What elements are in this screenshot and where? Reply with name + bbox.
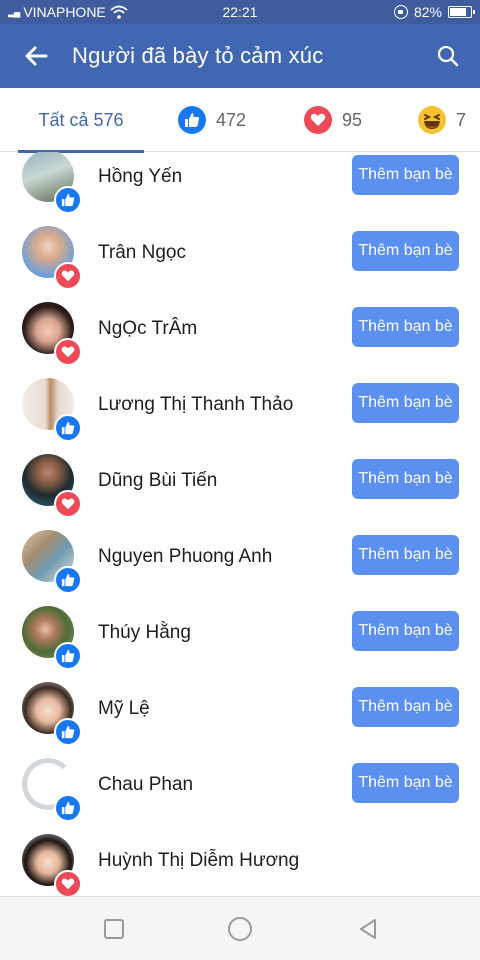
app-bar: Người đã bày tỏ cảm xúc — [0, 24, 480, 88]
search-button[interactable] — [416, 24, 480, 88]
heart-badge-icon — [54, 262, 82, 290]
add-friend-button[interactable]: Thêm bạn bè — [352, 231, 459, 271]
status-bar: ▂▄ VINAPHONE 22:21 82% — [0, 0, 480, 24]
tab-haha-count: 7 — [456, 109, 467, 130]
avatar[interactable] — [22, 454, 82, 518]
status-right: 82% — [393, 4, 475, 20]
like-badge-icon — [54, 566, 82, 594]
triangle-back-icon — [360, 919, 376, 939]
person-name[interactable]: Hồng Yến — [98, 166, 182, 188]
add-friend-button[interactable]: Thêm bạn bè — [352, 687, 459, 727]
list-item[interactable]: Thúy Hằng Thêm bạn bè — [0, 606, 480, 682]
avatar[interactable] — [22, 758, 82, 822]
list-item[interactable]: Trân Ngọc Thêm bạn bè — [0, 226, 480, 302]
tab-like-count: 472 — [216, 109, 247, 130]
add-friend-button[interactable]: Thêm bạn bè — [352, 383, 459, 423]
person-name[interactable]: NgỌc TrÂm — [98, 318, 197, 340]
like-icon — [178, 106, 206, 134]
person-name[interactable]: Huỳnh Thị Diễm Hương — [98, 850, 299, 872]
add-friend-button[interactable]: Thêm bạn bè — [352, 763, 459, 803]
avatar[interactable] — [22, 606, 82, 670]
person-name[interactable]: Mỹ Lệ — [98, 698, 150, 720]
add-friend-button[interactable]: Thêm bạn bè — [352, 155, 459, 195]
recents-button[interactable] — [100, 915, 128, 943]
arrow-left-icon — [25, 46, 48, 66]
person-name[interactable]: Chau Phan — [98, 774, 193, 796]
heart-badge-icon — [54, 870, 82, 896]
heart-icon — [304, 106, 332, 134]
avatar[interactable] — [22, 152, 82, 214]
person-name[interactable]: Lương Thị Thanh Thảo — [98, 394, 293, 416]
tab-love[interactable]: 95 — [304, 88, 362, 152]
add-friend-button[interactable]: Thêm bạn bè — [352, 307, 459, 347]
home-button[interactable] — [226, 915, 254, 943]
tab-love-count: 95 — [342, 109, 363, 130]
tab-all[interactable]: Tất cả 576 — [18, 88, 144, 153]
add-friend-button[interactable]: Thêm bạn bè — [352, 535, 459, 575]
avatar[interactable] — [22, 682, 82, 746]
circle-icon — [228, 917, 252, 941]
tab-all-label: Tất cả 576 — [38, 109, 124, 130]
tab-like[interactable]: 472 — [178, 88, 246, 152]
status-left: ▂▄ VINAPHONE — [8, 4, 394, 20]
like-badge-icon — [54, 718, 82, 746]
avatar[interactable] — [22, 834, 82, 896]
list-item[interactable]: Huỳnh Thị Diễm Hương — [0, 834, 480, 896]
people-list: Hồng Yến Thêm bạn bè Trân Ngọc Thêm bạn … — [0, 152, 480, 896]
list-item[interactable]: Chau Phan Thêm bạn bè — [0, 758, 480, 834]
rotation-lock-icon — [393, 5, 408, 19]
heart-badge-icon — [54, 338, 82, 366]
like-badge-icon — [54, 642, 82, 670]
avatar[interactable] — [22, 530, 82, 594]
reaction-tabs: Tất cả 576 472 95 7 — [0, 88, 480, 153]
battery-icon — [448, 6, 475, 18]
signal-icon: ▂▄ — [8, 6, 20, 17]
battery-fill — [450, 8, 466, 16]
laugh-emoji-icon — [418, 106, 446, 134]
avatar[interactable] — [22, 226, 82, 290]
carrier-name: VINAPHONE — [23, 4, 106, 20]
system-nav-bar — [0, 896, 480, 960]
list-item[interactable]: Mỹ Lệ Thêm bạn bè — [0, 682, 480, 758]
list-item[interactable]: NgỌc TrÂm Thêm bạn bè — [0, 302, 480, 378]
back-button[interactable] — [0, 24, 72, 88]
system-back-button[interactable] — [354, 915, 382, 943]
tab-haha[interactable]: 7 — [418, 88, 466, 152]
list-item[interactable]: Hồng Yến Thêm bạn bè — [0, 152, 480, 226]
person-name[interactable]: Nguyen Phuong Anh — [98, 546, 272, 568]
list-item[interactable]: Dũng Bùi Tiến Thêm bạn bè — [0, 454, 480, 530]
person-name[interactable]: Trân Ngọc — [98, 242, 186, 264]
avatar[interactable] — [22, 302, 82, 366]
person-name[interactable]: Thúy Hằng — [98, 622, 191, 644]
like-badge-icon — [54, 186, 82, 214]
page-title: Người đã bày tỏ cảm xúc — [72, 43, 324, 68]
person-name[interactable]: Dũng Bùi Tiến — [98, 470, 217, 492]
search-icon — [437, 45, 459, 67]
like-badge-icon — [54, 794, 82, 822]
list-item[interactable]: Nguyen Phuong Anh Thêm bạn bè — [0, 530, 480, 606]
avatar[interactable] — [22, 378, 82, 442]
like-badge-icon — [54, 414, 82, 442]
square-icon — [104, 919, 124, 939]
wifi-icon — [110, 5, 128, 19]
list-item[interactable]: Lương Thị Thanh Thảo Thêm bạn bè — [0, 378, 480, 454]
add-friend-button[interactable]: Thêm bạn bè — [352, 459, 459, 499]
add-friend-button[interactable]: Thêm bạn bè — [352, 611, 459, 651]
battery-percent: 82% — [413, 4, 442, 20]
heart-badge-icon — [54, 490, 82, 518]
